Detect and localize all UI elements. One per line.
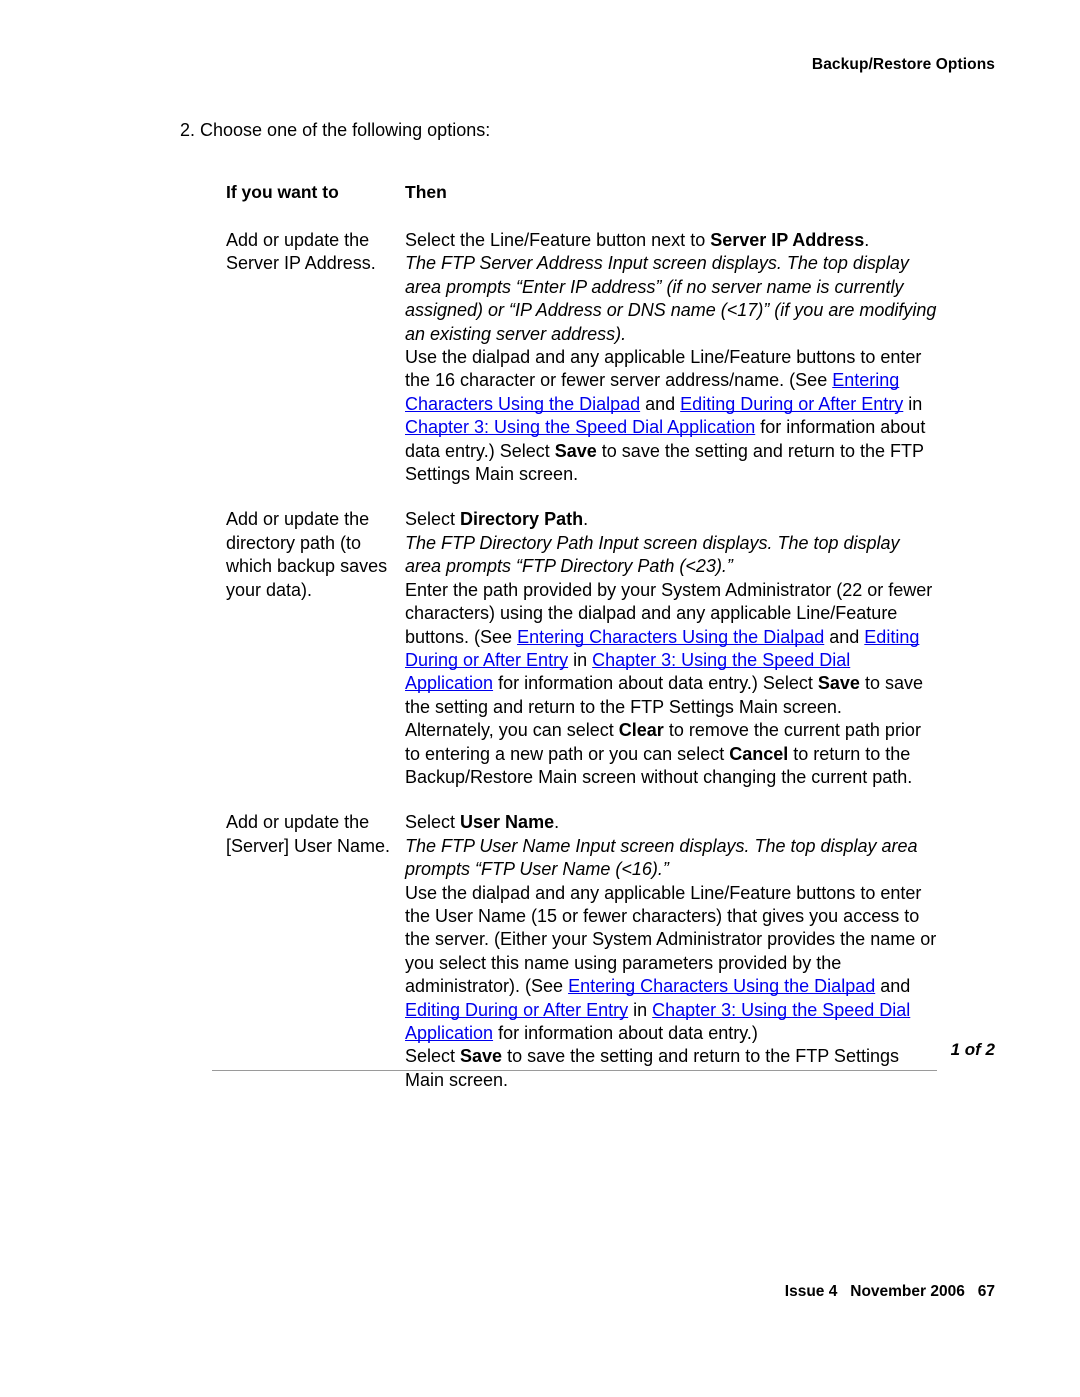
table-bottom-rule [212, 1070, 937, 1071]
action-text: . [583, 509, 589, 530]
link-entering-characters-using-the-dialpad[interactable]: Entering Characters Using the Dialpad [568, 976, 875, 996]
action-note-italic: The FTP Directory Path Input screen disp… [405, 532, 900, 577]
action-text: for information about data entry.) Selec… [493, 673, 818, 694]
row-condition: Add or update the directory path (to whi… [226, 508, 405, 602]
link-entering-characters-using-the-dialpad[interactable]: Entering Characters Using the Dialpad [517, 627, 824, 647]
running-footer: Issue 4 November 2006 67 [784, 1283, 995, 1300]
table-row: Add or update the directory path (to whi… [226, 508, 938, 789]
column-header-then: Then [405, 182, 447, 202]
action-text: . [554, 812, 560, 833]
action-text: in [903, 393, 923, 414]
row-condition: Add or update the Server IP Address. [226, 229, 405, 276]
action-text: and [824, 626, 865, 647]
action-text: Select the Line/Feature button next to [405, 230, 711, 250]
options-table: If you want to Then Add or update the Se… [226, 181, 938, 1092]
ui-label-user-name: User Name [460, 812, 555, 833]
action-note-italic: The FTP User Name Input screen displays.… [405, 835, 918, 880]
ui-label-directory-path: Directory Path [460, 509, 584, 530]
link-editing-during-or-after-entry[interactable]: Editing During or After Entry [680, 394, 903, 414]
link-editing-during-or-after-entry[interactable]: Editing During or After Entry [405, 1000, 628, 1020]
ui-label-save: Save [817, 673, 860, 694]
action-note-italic: The FTP Server Address Input screen disp… [405, 253, 937, 344]
action-text: . [864, 230, 870, 250]
action-paragraph: Alternately, you can select Clear to rem… [405, 719, 938, 789]
row-action: Select Directory Path. The FTP Directory… [405, 508, 938, 789]
action-paragraph: Use the dialpad and any applicable Line/… [405, 882, 938, 1046]
action-text: and [640, 393, 681, 414]
action-paragraph: Select Directory Path. [405, 508, 938, 531]
ui-label-cancel: Cancel [729, 743, 789, 764]
table-header-row: If you want to Then [226, 181, 938, 204]
action-text: Select [405, 509, 461, 530]
step-instruction: 2. Choose one of the following options: [180, 120, 491, 140]
action-text: in [628, 999, 653, 1020]
link-chapter-3-speed-dial-application[interactable]: Chapter 3: Using the Speed Dial Applicat… [405, 417, 755, 437]
action-paragraph: Use the dialpad and any applicable Line/… [405, 346, 938, 486]
column-header-if-you-want-to: If you want to [226, 182, 339, 202]
ui-label-clear: Clear [618, 720, 664, 741]
action-text: in [568, 649, 593, 670]
action-paragraph: Enter the path provided by your System A… [405, 579, 938, 719]
row-condition: Add or update the [Server] User Name. [226, 811, 405, 858]
action-text: and [875, 976, 911, 997]
row-condition-text: Add or update the directory path (to whi… [226, 509, 388, 600]
row-action: Select the Line/Feature button next to S… [405, 229, 938, 486]
row-condition-text: Add or update the [Server] User Name. [226, 812, 391, 856]
running-header: Backup/Restore Options [811, 56, 995, 73]
action-paragraph: Select User Name. [405, 811, 938, 834]
action-text: Alternately, you can select [405, 720, 619, 741]
action-paragraph: Select the Line/Feature button next to S… [405, 229, 938, 252]
document-page: Backup/Restore Options 2. Choose one of … [0, 0, 1080, 1397]
row-condition-text: Add or update the Server IP Address. [226, 230, 376, 274]
ui-label-server-ip-address: Server IP Address [710, 230, 865, 250]
table-row: Add or update the Server IP Address. Sel… [226, 229, 938, 486]
table-continuation-marker: 1 of 2 [950, 1040, 995, 1059]
action-text: Select [405, 812, 461, 833]
ui-label-save: Save [554, 440, 597, 461]
